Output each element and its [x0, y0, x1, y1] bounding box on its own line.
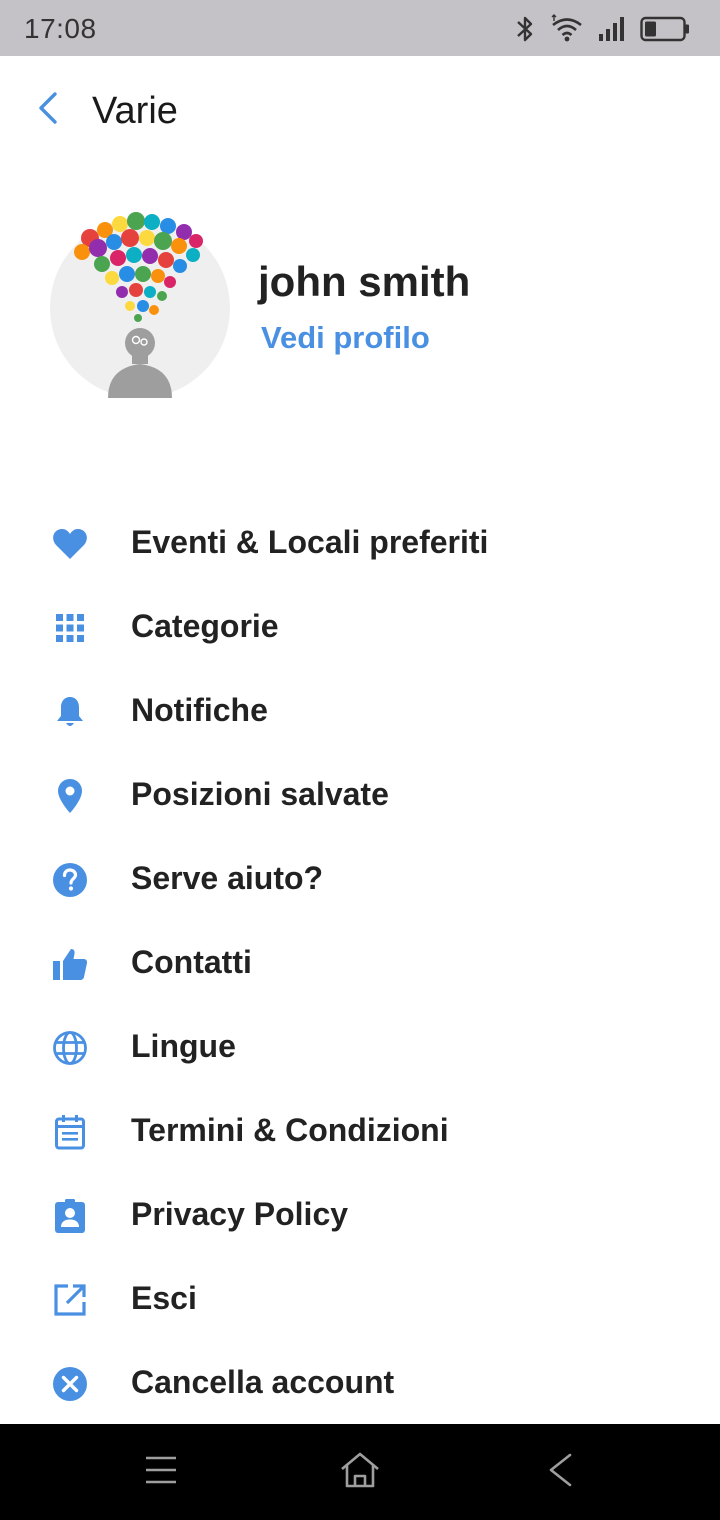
profile-section: john smith Vedi profilo: [0, 208, 720, 408]
open-external-icon: [50, 1280, 90, 1320]
menu-item-saved-places[interactable]: Posizioni salvate: [0, 752, 720, 836]
home-icon: [340, 1452, 380, 1493]
avatar[interactable]: [50, 208, 230, 398]
battery-icon: [640, 16, 690, 42]
user-name: john smith: [258, 258, 471, 305]
menu-item-label: Categorie: [131, 608, 279, 644]
menu-item-label: Serve aiuto?: [131, 860, 324, 896]
bluetooth-icon: [514, 14, 536, 44]
back-button[interactable]: [26, 88, 70, 132]
menu-list: Eventi & Locali preferiti Categorie Noti…: [0, 500, 720, 1424]
location-pin-icon: [50, 776, 90, 816]
status-bar: 17:08: [0, 0, 720, 56]
help-icon: [50, 860, 90, 900]
nav-menu-button[interactable]: [139, 1450, 183, 1494]
globe-icon: [50, 1028, 90, 1068]
menu-item-contacts[interactable]: Contatti: [0, 920, 720, 1004]
nav-back-button[interactable]: [538, 1450, 582, 1494]
status-icons: [514, 12, 690, 46]
system-nav-bar: [0, 1424, 720, 1520]
menu-item-label: Notifiche: [131, 692, 268, 728]
menu-item-languages[interactable]: Lingue: [0, 1004, 720, 1088]
thumbs-up-icon: [50, 944, 90, 984]
chevron-left-icon: [36, 91, 60, 130]
menu-item-delete-account[interactable]: Cancella account: [0, 1340, 720, 1424]
menu-item-label: Esci: [131, 1280, 197, 1316]
menu-item-terms[interactable]: Termini & Condizioni: [0, 1088, 720, 1172]
nav-home-button[interactable]: [338, 1450, 382, 1494]
app-header: Varie: [0, 56, 720, 172]
menu-item-notifications[interactable]: Notifiche: [0, 668, 720, 752]
menu-item-label: Posizioni salvate: [131, 776, 389, 812]
signal-icon: [598, 16, 626, 42]
page-title: Varie: [92, 90, 178, 132]
avatar-illustration: [74, 212, 203, 398]
menu-item-favorites[interactable]: Eventi & Locali preferiti: [0, 500, 720, 584]
menu-item-label: Contatti: [131, 944, 252, 980]
menu-item-label: Termini & Condizioni: [131, 1112, 449, 1148]
back-icon: [546, 1452, 574, 1493]
bell-icon: [50, 692, 90, 732]
badge-icon: [50, 1196, 90, 1236]
grid-icon: [50, 608, 90, 648]
cancel-circle-icon: [50, 1364, 90, 1404]
wifi-icon: [550, 14, 584, 44]
menu-item-help[interactable]: Serve aiuto?: [0, 836, 720, 920]
view-profile-link[interactable]: Vedi profilo: [261, 320, 430, 356]
menu-item-logout[interactable]: Esci: [0, 1256, 720, 1340]
menu-item-label: Cancella account: [131, 1364, 395, 1400]
document-icon: [50, 1112, 90, 1152]
menu-item-label: Eventi & Locali preferiti: [131, 524, 489, 560]
menu-item-categories[interactable]: Categorie: [0, 584, 720, 668]
menu-item-privacy[interactable]: Privacy Policy: [0, 1172, 720, 1256]
menu-icon: [144, 1454, 178, 1491]
heart-icon: [50, 524, 90, 564]
status-time: 17:08: [24, 13, 97, 44]
menu-item-label: Privacy Policy: [131, 1196, 349, 1232]
menu-item-label: Lingue: [131, 1028, 236, 1064]
